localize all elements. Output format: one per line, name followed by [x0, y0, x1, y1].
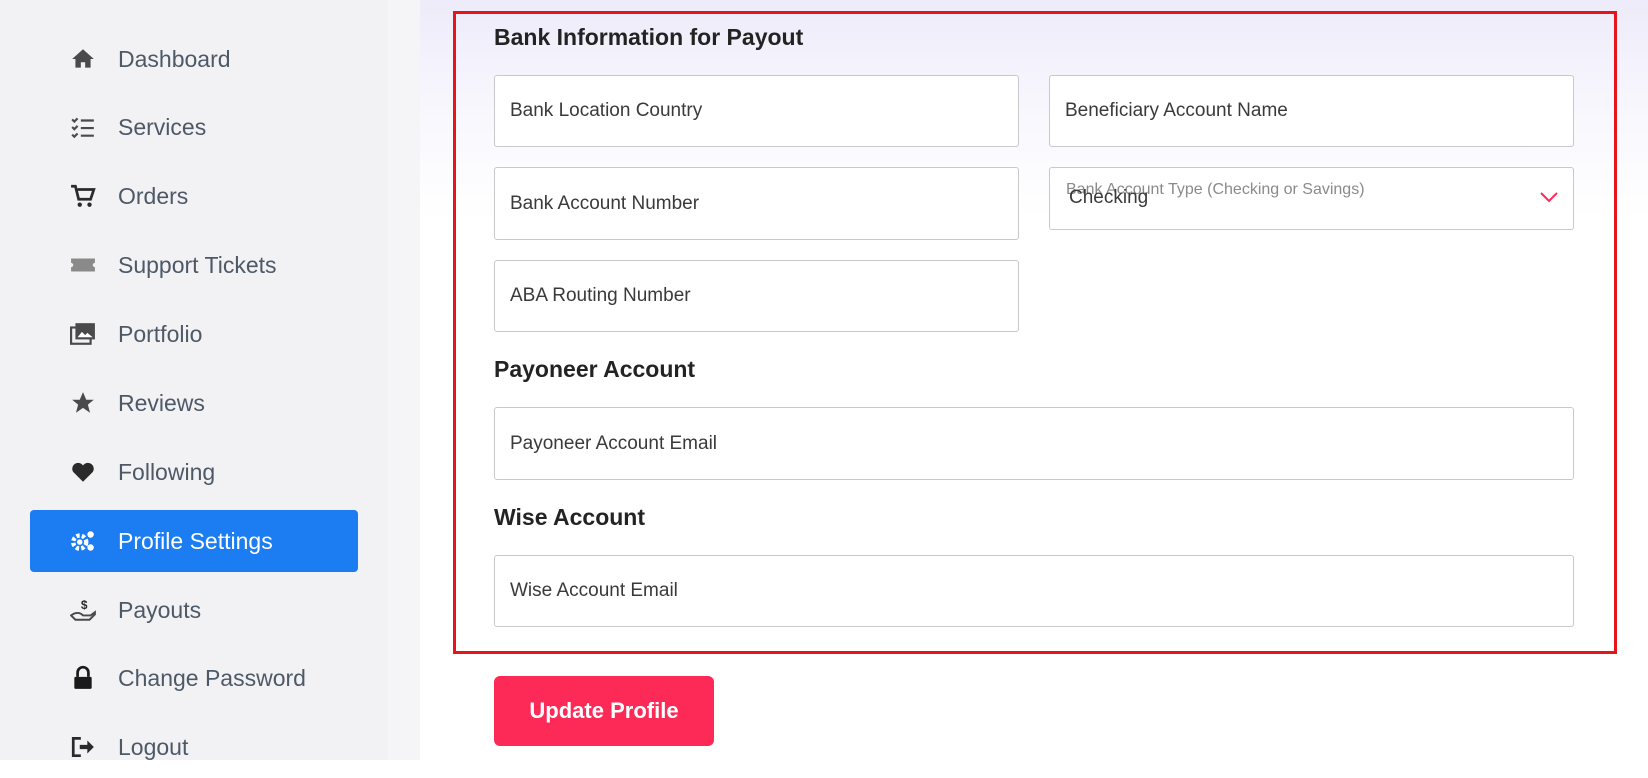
beneficiary-account-name-input[interactable]: Beneficiary Account Name	[1049, 75, 1574, 147]
bank-section-title: Bank Information for Payout	[494, 24, 804, 50]
lock-icon	[66, 664, 100, 692]
sidebar-item-label: Portfolio	[118, 320, 203, 347]
update-profile-button[interactable]: Update Profile	[494, 676, 714, 746]
images-icon	[66, 320, 100, 348]
sidebar-gutter	[388, 0, 420, 760]
home-icon	[66, 45, 100, 73]
chevron-down-icon	[1540, 192, 1558, 203]
payout-hand-icon: $	[66, 596, 100, 624]
sidebar-item-label: Orders	[118, 182, 189, 209]
sidebar-item-dashboard[interactable]: Dashboard	[30, 28, 358, 90]
sidebar-item-label: Services	[118, 113, 207, 140]
aba-routing-number-input[interactable]: ABA Routing Number	[494, 260, 1019, 332]
ticket-icon	[66, 251, 100, 279]
sidebar-item-label: Logout	[118, 733, 189, 760]
cart-icon	[66, 182, 100, 210]
sidebar-item-label: Dashboard	[118, 45, 231, 72]
gears-icon	[66, 527, 100, 555]
star-icon	[66, 389, 100, 417]
sidebar-item-payouts[interactable]: $ Payouts	[30, 579, 358, 641]
payoneer-section-title: Payoneer Account	[494, 356, 696, 382]
sidebar-item-services[interactable]: Services	[30, 96, 358, 158]
sidebar-item-reviews[interactable]: Reviews	[30, 372, 358, 434]
sidebar-item-label: Change Password	[118, 664, 306, 691]
logout-icon	[66, 733, 100, 761]
sidebar-item-portfolio[interactable]: Portfolio	[30, 303, 358, 365]
sidebar-item-label: Profile Settings	[118, 527, 273, 554]
sidebar-item-profile-settings[interactable]: Profile Settings	[30, 510, 358, 572]
svg-text:$: $	[81, 598, 88, 612]
sidebar-item-logout[interactable]: Logout	[30, 716, 358, 778]
sidebar-item-label: Reviews	[118, 389, 205, 416]
sidebar-item-label: Payouts	[118, 596, 202, 623]
sidebar-item-support-tickets[interactable]: Support Tickets	[30, 234, 358, 296]
sidebar-item-label: Support Tickets	[118, 251, 277, 278]
sidebar: Dashboard Services Orders Support Ticket…	[0, 0, 388, 760]
sidebar-item-following[interactable]: Following	[30, 441, 358, 503]
checklist-icon	[66, 113, 100, 141]
bank-account-type-value: Checking	[1069, 187, 1149, 208]
sidebar-item-change-password[interactable]: Change Password	[30, 647, 358, 709]
wise-email-input[interactable]: Wise Account Email	[494, 555, 1574, 627]
bank-account-number-input[interactable]: Bank Account Number	[494, 167, 1019, 240]
sidebar-item-orders[interactable]: Orders	[30, 165, 358, 227]
sidebar-item-label: Following	[118, 458, 216, 485]
heart-icon	[66, 458, 100, 486]
bank-location-country-input[interactable]: Bank Location Country	[494, 75, 1019, 147]
wise-section-title: Wise Account	[494, 504, 646, 530]
payoneer-email-input[interactable]: Payoneer Account Email	[494, 407, 1574, 480]
bank-account-type-select[interactable]: Bank Account Type (Checking or Savings) …	[1049, 167, 1574, 230]
